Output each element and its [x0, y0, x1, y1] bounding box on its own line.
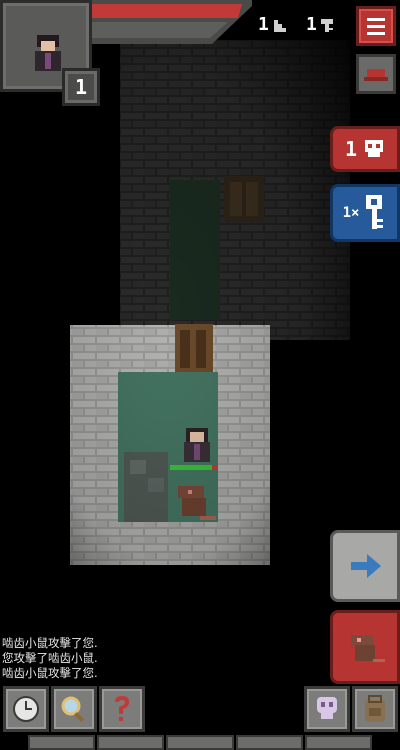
skull-journal-icon: [317, 697, 337, 719]
magnifier-icon: [61, 696, 84, 722]
quickslot-bar: [28, 735, 373, 750]
rat-icon: [351, 635, 385, 662]
skull-icon: [365, 140, 384, 157]
wait-button[interactable]: [3, 686, 49, 732]
buffs-button[interactable]: [356, 54, 396, 94]
backpack-button[interactable]: [352, 686, 398, 732]
quickslot[interactable]: [97, 735, 165, 750]
hat-icon: [364, 69, 388, 81]
keys-multiplier: 1×: [342, 205, 360, 221]
depth-indicator: 1: [258, 14, 287, 35]
hero-level-badge: 1: [62, 68, 100, 106]
quickslot[interactable]: [28, 735, 96, 750]
quickslot[interactable]: [304, 735, 373, 750]
danger-count: 1: [344, 137, 358, 161]
log-line: 您攻擊了啮齿小鼠.: [2, 651, 98, 665]
log-line: 啮齿小鼠攻擊了您.: [2, 636, 98, 650]
keys-panel[interactable]: 1×: [330, 184, 400, 242]
depth-value: 1: [258, 14, 269, 35]
attack-target-button[interactable]: [330, 610, 400, 684]
quickslot[interactable]: [235, 735, 303, 750]
examine-button[interactable]: [99, 686, 145, 732]
stairs-icon: [271, 19, 286, 32]
iron-key-icon: [366, 195, 384, 229]
hp-fill: [92, 4, 242, 18]
hp-bar: [92, 0, 252, 44]
log-line: 啮齿小鼠攻擊了您.: [2, 666, 98, 680]
iron-key-icon: [320, 18, 333, 32]
search-button[interactable]: [51, 686, 97, 732]
danger-indicator[interactable]: 1: [330, 126, 400, 172]
arrow-right-icon: [351, 554, 381, 578]
hamburger-menu-icon: [367, 18, 385, 35]
backpack-icon: [365, 695, 385, 722]
menu-button[interactable]: [356, 6, 396, 46]
iron-keys-value: 1: [306, 14, 317, 35]
resume-button[interactable]: [330, 530, 400, 602]
journal-button[interactable]: [304, 686, 350, 732]
clock-icon: [13, 696, 39, 722]
game-log: 啮齿小鼠攻擊了您. 您攻擊了啮齿小鼠. 啮齿小鼠攻擊了您.: [2, 636, 98, 681]
iron-keys-indicator: 1: [306, 14, 335, 35]
question-mark-icon: [115, 696, 129, 721]
quickslot[interactable]: [166, 735, 234, 750]
